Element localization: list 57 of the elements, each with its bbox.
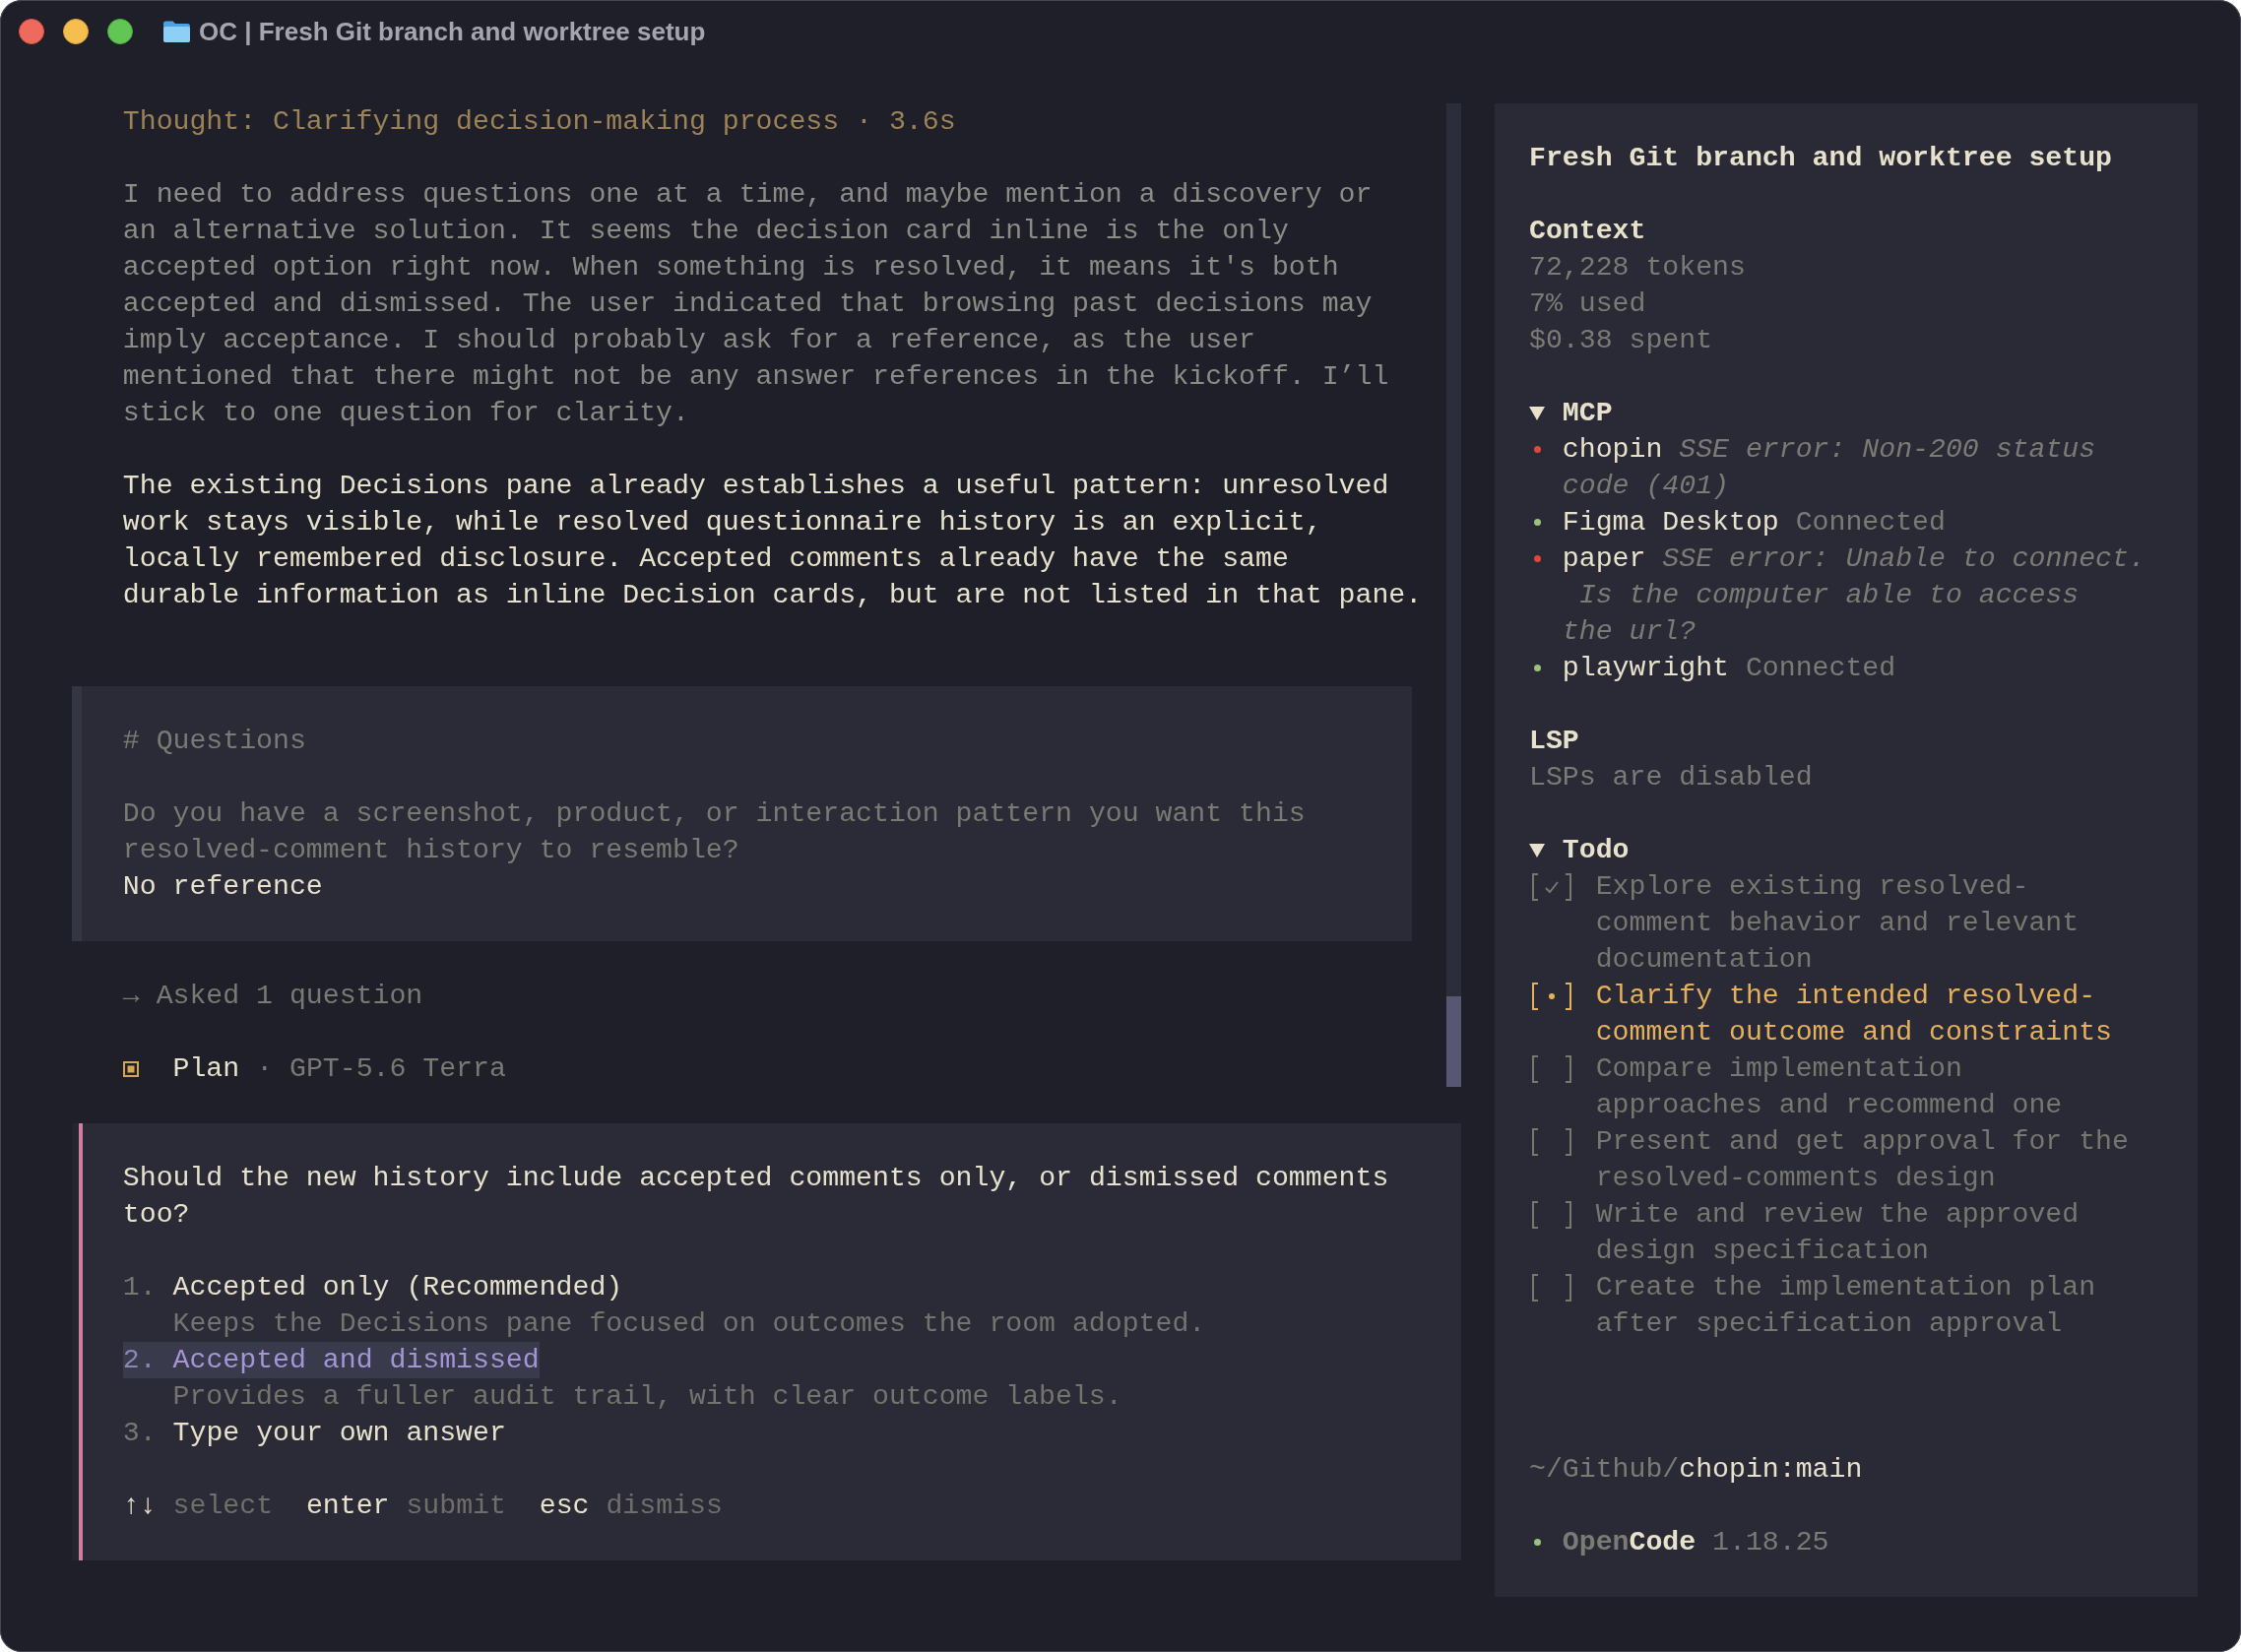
answer-option[interactable]: 3. Type your own answer bbox=[122, 1415, 506, 1451]
prompt-question: Should the new history include accepted comments only, or dismissed comments too? bbox=[122, 1162, 1390, 1232]
mcp-server-entry: playwright Connected bbox=[1562, 652, 1897, 685]
mcp-server-entry: Figma Desktop Connected bbox=[1562, 506, 1947, 540]
minimize-icon[interactable] bbox=[63, 19, 89, 44]
caret-icon[interactable] bbox=[1529, 842, 1545, 858]
todo-text: Write and review the approved design specification bbox=[1595, 1198, 2081, 1268]
context-stat: 7% used bbox=[1529, 287, 1647, 321]
checkbox-icon[interactable] bbox=[1529, 1127, 1574, 1156]
project-path: ~/Github/chopin:main bbox=[1529, 1453, 1864, 1487]
shortcut-hint: enter submit bbox=[305, 1491, 506, 1521]
answer-option[interactable]: 1. Accepted only (Recommended) bbox=[122, 1269, 623, 1305]
section-heading: MCP bbox=[1562, 397, 1613, 430]
todo-text: Explore existing resolved-comment behavior and relevant documentation bbox=[1595, 870, 2081, 977]
section-heading: Todo bbox=[1562, 834, 1630, 867]
agent-mode: Plan bbox=[172, 1053, 240, 1084]
todo-text: Create the implementation plan after specification approval bbox=[1595, 1271, 2097, 1341]
version-number: 1.18.25 bbox=[1712, 1527, 1829, 1557]
lsp-status: LSPs are disabled bbox=[1529, 761, 1814, 794]
answer-text: No reference bbox=[122, 870, 324, 904]
section-heading: LSP bbox=[1529, 725, 1580, 758]
context-stat: $0.38 spent bbox=[1529, 324, 1714, 357]
shortcut-hint: ↑↓ select bbox=[122, 1491, 274, 1521]
questions-heading: # Questions bbox=[122, 725, 307, 758]
mcp-server-entry: chopin SSE error: Non-200 status code (401) bbox=[1562, 433, 2097, 503]
checkbox-icon[interactable] bbox=[1529, 1054, 1574, 1083]
window-title: OC | Fresh Git branch and worktree setup bbox=[199, 16, 706, 47]
reasoning-text: I need to address questions one at a time, and maybe mention a discovery or an alternative solution. It seems the decision card inline is the only accepted option right now. When something is resolved, it means it's both accepted and dismissed. The user indicated that browsing past decisions may imply acceptance. I should probably ask for a reference, as the user mentioned that there might not be any answer references in the kickoff. I’ll stick to one question for clarity. bbox=[121, 178, 1390, 430]
option-description: Keeps the Decisions pane focused on outcomes the room adopted. bbox=[171, 1307, 1207, 1341]
option-description: Provides a fuller audit trail, with clear outcome labels. bbox=[171, 1380, 1123, 1414]
scrollbar-thumb[interactable] bbox=[1446, 996, 1461, 1087]
response-text: The existing Decisions pane already establishes a useful pattern: unresolved work stays visible, while resolved questionnaire history is an explicit, locally remembered disclosure. Accepted comments already have the same durable information as inline Decision cards, but are not listed in that pane. bbox=[121, 470, 1424, 612]
tool-call-status: → Asked 1 question bbox=[121, 980, 424, 1013]
separator: · bbox=[256, 1053, 274, 1084]
model-name: GPT-5.6 Terra bbox=[288, 1053, 506, 1084]
close-icon[interactable] bbox=[19, 19, 44, 44]
scrollbar[interactable] bbox=[1446, 103, 1461, 1087]
session-title: Fresh Git branch and worktree setup bbox=[1529, 142, 2114, 175]
checkbox-icon[interactable] bbox=[1529, 872, 1574, 901]
checkbox-icon[interactable] bbox=[1529, 1200, 1574, 1229]
thought-status: Thought: Clarifying decision-making process · 3.6s bbox=[121, 105, 957, 139]
question-text: Do you have a screenshot, product, or interaction pattern you want this resolved-comment history to resemble? bbox=[122, 797, 1307, 867]
todo-text: Compare implementation approaches and recommend one bbox=[1595, 1052, 2064, 1122]
app-name: OpenCode bbox=[1562, 1527, 1697, 1557]
context-stat: 72,228 tokens bbox=[1529, 251, 1747, 285]
mcp-server-entry: paper SSE error: Unable to connect. Is the computer able to access the url? bbox=[1562, 542, 2146, 649]
caret-icon[interactable] bbox=[1529, 405, 1545, 421]
shortcut-hint: esc dismiss bbox=[539, 1491, 723, 1521]
section-heading: Context bbox=[1529, 215, 1647, 248]
todo-text: Clarify the intended resolved-comment outcome and constraints bbox=[1595, 980, 2114, 1049]
answer-option[interactable]: 2. Accepted and dismissed bbox=[122, 1342, 540, 1378]
square-icon bbox=[122, 1060, 139, 1077]
checkbox-icon[interactable] bbox=[1529, 1273, 1574, 1302]
todo-text: Present and get approval for the resolved-comments design bbox=[1595, 1125, 2130, 1195]
maximize-icon[interactable] bbox=[107, 19, 133, 44]
folder-icon bbox=[163, 21, 190, 42]
checkbox-icon[interactable] bbox=[1529, 982, 1574, 1010]
